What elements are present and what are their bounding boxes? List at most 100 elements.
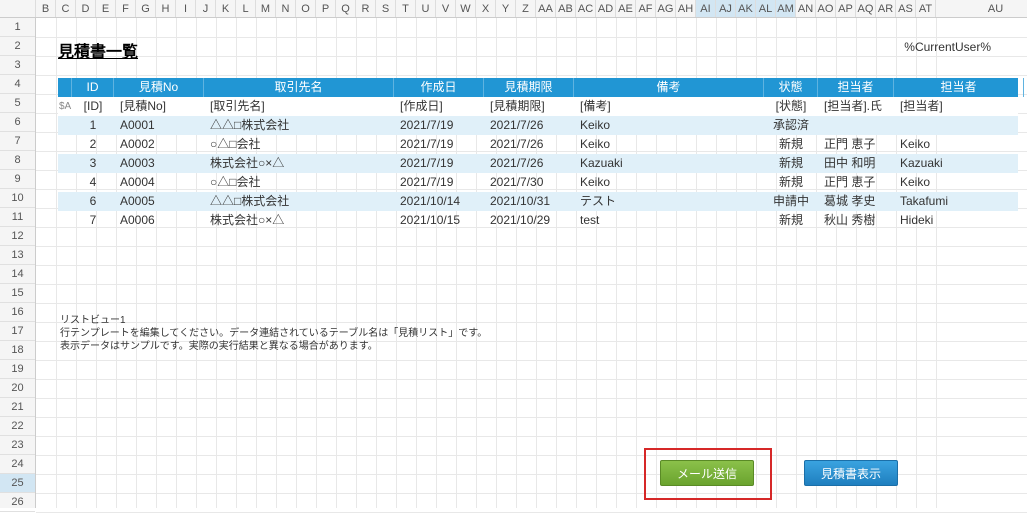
col-header-E[interactable]: E: [96, 0, 116, 17]
row-header-1[interactable]: 1: [0, 18, 35, 37]
row-header-19[interactable]: 19: [0, 360, 35, 379]
row-header-20[interactable]: 20: [0, 379, 35, 398]
show-estimate-button[interactable]: 見積書表示: [804, 460, 898, 486]
col-header-AF[interactable]: AF: [636, 0, 656, 17]
row-header-5[interactable]: 5: [0, 94, 35, 113]
col-header-AK[interactable]: AK: [736, 0, 756, 17]
col-header-AQ[interactable]: AQ: [856, 0, 876, 17]
col-header-G[interactable]: G: [136, 0, 156, 17]
th-customer: 取引先名: [204, 78, 394, 97]
row-header-7[interactable]: 7: [0, 132, 35, 151]
col-header-AH[interactable]: AH: [676, 0, 696, 17]
col-header-M[interactable]: M: [256, 0, 276, 17]
row-header-22[interactable]: 22: [0, 417, 35, 436]
table-row[interactable]: 7A0006株式会社○×△2021/10/152021/10/29test新規秋…: [58, 211, 1018, 230]
col-header-AO[interactable]: AO: [816, 0, 836, 17]
row-headers: 1234567891011121314151617181920212223242…: [0, 18, 36, 508]
col-header-AT[interactable]: AT: [916, 0, 936, 17]
col-header-O[interactable]: O: [296, 0, 316, 17]
col-header-AA[interactable]: AA: [536, 0, 556, 17]
table-template-row: $A [ID] [見積No] [取引先名] [作成日] [見積期限] [備考] …: [58, 97, 1018, 116]
col-header-V[interactable]: V: [436, 0, 456, 17]
row-header-21[interactable]: 21: [0, 398, 35, 417]
row-header-10[interactable]: 10: [0, 189, 35, 208]
row-header-8[interactable]: 8: [0, 151, 35, 170]
col-header-Q[interactable]: Q: [336, 0, 356, 17]
page-title: 見積書一覧: [58, 38, 138, 62]
row-header-18[interactable]: 18: [0, 341, 35, 360]
col-header-K[interactable]: K: [216, 0, 236, 17]
th-tanto: 担当者: [818, 78, 894, 97]
row-header-12[interactable]: 12: [0, 227, 35, 246]
th-due: 見積期限: [484, 78, 574, 97]
row-header-26[interactable]: 26: [0, 493, 35, 512]
row-header-13[interactable]: 13: [0, 246, 35, 265]
sheet-grid[interactable]: 見積書一覧 %CurrentUser% ID 見積No 取引先名 作成日 見積期…: [36, 18, 1027, 508]
col-header-AG[interactable]: AG: [656, 0, 676, 17]
table-row[interactable]: 3A0003株式会社○×△2021/7/192021/7/26Kazuaki新規…: [58, 154, 1018, 173]
row-header-16[interactable]: 16: [0, 303, 35, 322]
col-header-AC[interactable]: AC: [576, 0, 596, 17]
col-header-H[interactable]: H: [156, 0, 176, 17]
col-header-F[interactable]: F: [116, 0, 136, 17]
col-header-Y[interactable]: Y: [496, 0, 516, 17]
col-header-P[interactable]: P: [316, 0, 336, 17]
row-header-2[interactable]: 2: [0, 37, 35, 56]
col-header-AN[interactable]: AN: [796, 0, 816, 17]
col-header-AB[interactable]: AB: [556, 0, 576, 17]
col-header-D[interactable]: D: [76, 0, 96, 17]
row-header-3[interactable]: 3: [0, 56, 35, 75]
note-line1: リストビュー1: [60, 314, 487, 327]
col-header-U[interactable]: U: [416, 0, 436, 17]
row-header-15[interactable]: 15: [0, 284, 35, 303]
col-header-I[interactable]: I: [176, 0, 196, 17]
row-header-25[interactable]: 25: [0, 474, 35, 493]
estimate-table: ID 見積No 取引先名 作成日 見積期限 備考 状態 担当者 担当者 $A […: [58, 78, 1018, 230]
col-header-C[interactable]: C: [56, 0, 76, 17]
col-header-B[interactable]: B: [36, 0, 56, 17]
col-header-R[interactable]: R: [356, 0, 376, 17]
row-header-11[interactable]: 11: [0, 208, 35, 227]
col-header-T[interactable]: T: [396, 0, 416, 17]
th-tanto2: 担当者: [894, 78, 1024, 97]
note-line2: 行テンプレートを編集してください。データ連結されているテーブル名は「見積リスト」…: [60, 327, 487, 340]
col-header-AI[interactable]: AI: [696, 0, 716, 17]
col-header-AD[interactable]: AD: [596, 0, 616, 17]
col-header-AR[interactable]: AR: [876, 0, 896, 17]
column-headers: BCDEFGHIJKLMNOPQRSTUVWXYZAAABACADAEAFAGA…: [0, 0, 1027, 18]
col-header-W[interactable]: W: [456, 0, 476, 17]
note-line3: 表示データはサンプルです。実際の実行結果と異なる場合があります。: [60, 340, 487, 353]
mail-send-button[interactable]: メール送信: [660, 460, 754, 486]
table-row[interactable]: 4A0004○△□会社2021/7/192021/7/30Keiko新規正門 恵…: [58, 173, 1018, 192]
th-no: 見積No: [114, 78, 204, 97]
col-header-AM[interactable]: AM: [776, 0, 796, 17]
col-header-AS[interactable]: AS: [896, 0, 916, 17]
col-header-Z[interactable]: Z: [516, 0, 536, 17]
col-header-AL[interactable]: AL: [756, 0, 776, 17]
th-note: 備考: [574, 78, 764, 97]
col-header-J[interactable]: J: [196, 0, 216, 17]
row-header-17[interactable]: 17: [0, 322, 35, 341]
row-header-23[interactable]: 23: [0, 436, 35, 455]
col-header-S[interactable]: S: [376, 0, 396, 17]
row-header-4[interactable]: 4: [0, 75, 35, 94]
row-header-14[interactable]: 14: [0, 265, 35, 284]
listview-notes: リストビュー1 行テンプレートを編集してください。データ連結されているテーブル名…: [60, 314, 487, 353]
table-header-row: ID 見積No 取引先名 作成日 見積期限 備考 状態 担当者 担当者: [58, 78, 1018, 97]
th-state: 状態: [764, 78, 818, 97]
current-user-placeholder: %CurrentUser%: [904, 40, 991, 54]
col-header-L[interactable]: L: [236, 0, 256, 17]
col-header-AU[interactable]: AU: [936, 0, 1027, 17]
col-header-AJ[interactable]: AJ: [716, 0, 736, 17]
col-header-X[interactable]: X: [476, 0, 496, 17]
row-header-24[interactable]: 24: [0, 455, 35, 474]
th-created: 作成日: [394, 78, 484, 97]
row-header-6[interactable]: 6: [0, 113, 35, 132]
table-row[interactable]: 2A0002○△□会社2021/7/192021/7/26Keiko新規正門 恵…: [58, 135, 1018, 154]
table-row[interactable]: 6A0005△△□株式会社2021/10/142021/10/31テスト申請中葛…: [58, 192, 1018, 211]
table-row[interactable]: 1A0001△△□株式会社2021/7/192021/7/26Keiko承認済: [58, 116, 1018, 135]
col-header-AP[interactable]: AP: [836, 0, 856, 17]
col-header-N[interactable]: N: [276, 0, 296, 17]
row-header-9[interactable]: 9: [0, 170, 35, 189]
col-header-AE[interactable]: AE: [616, 0, 636, 17]
